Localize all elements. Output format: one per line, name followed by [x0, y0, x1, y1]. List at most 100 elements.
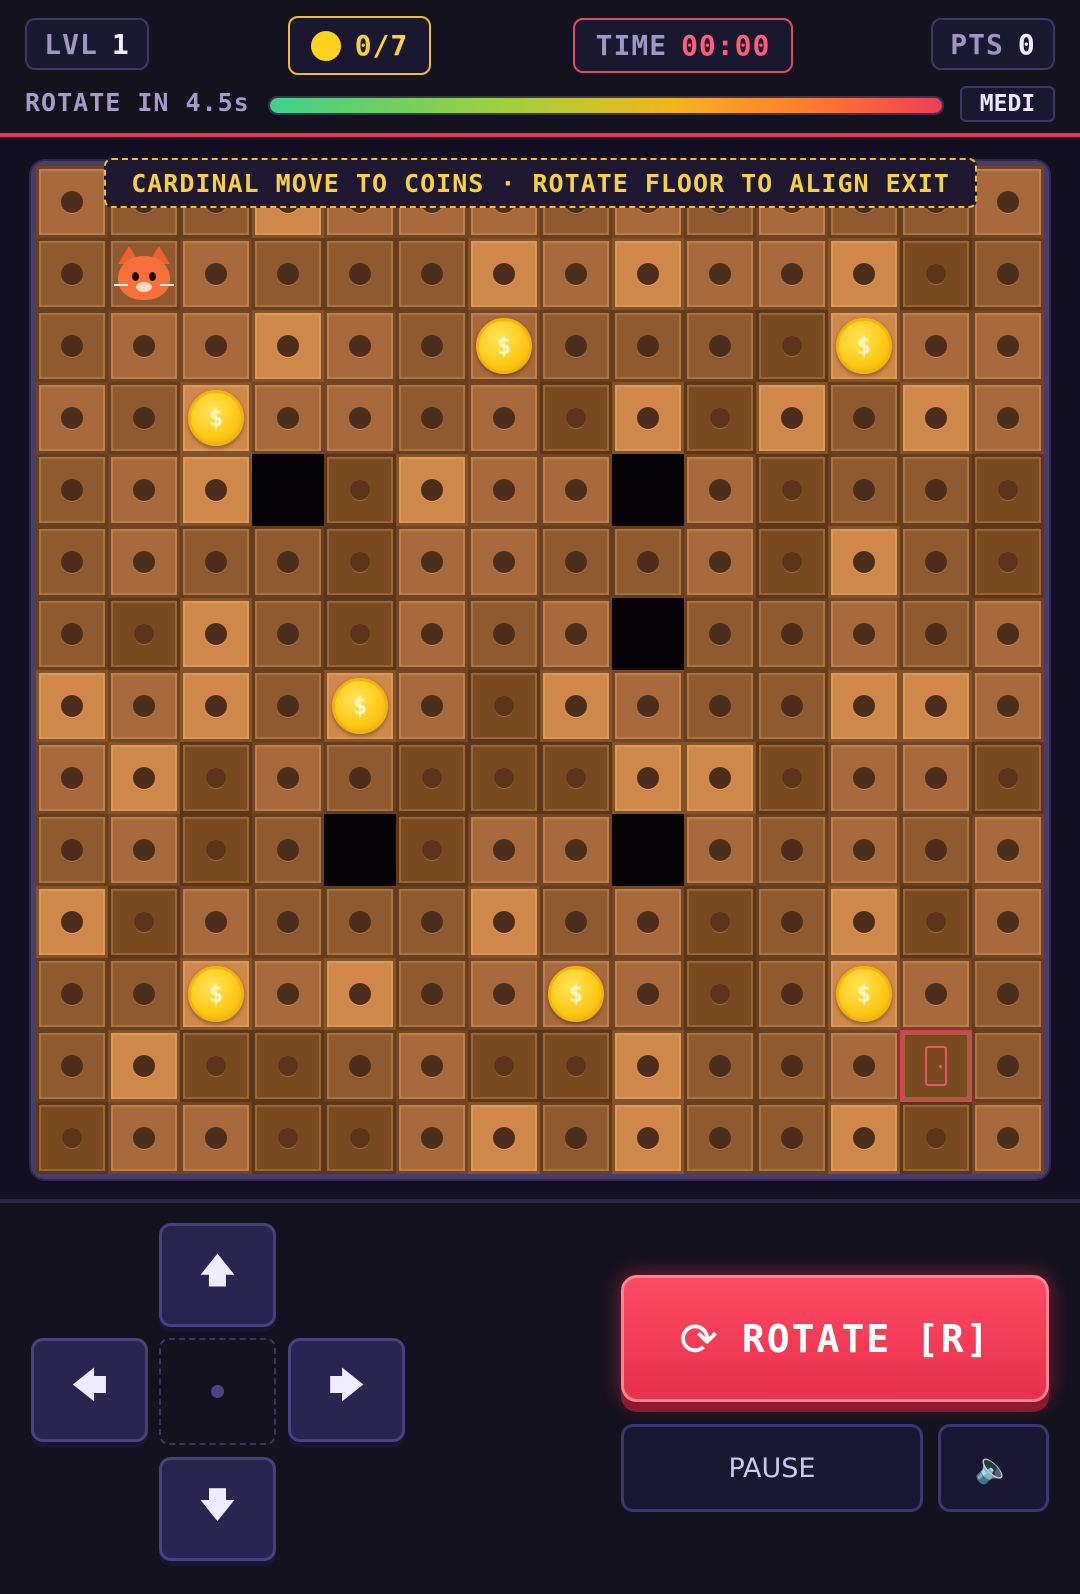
tile-stud	[61, 551, 83, 573]
floor-tile	[468, 454, 540, 526]
tile-grid: $ $ $ $ $ $ $	[36, 166, 1044, 1174]
floor-tile	[540, 382, 612, 454]
tile-stud	[61, 839, 83, 861]
sound-toggle-button[interactable]: 🔈	[938, 1424, 1049, 1512]
tile-stud	[62, 1128, 82, 1148]
floor-tile	[972, 238, 1044, 310]
floor-tile	[324, 454, 396, 526]
tile-stud	[853, 767, 875, 789]
coin-tile: $	[180, 958, 252, 1030]
floor-tile	[684, 958, 756, 1030]
coin-count: 0/7	[354, 29, 409, 62]
floor-tile	[36, 742, 108, 814]
tile-stud	[637, 911, 659, 933]
tile-stud	[925, 695, 947, 717]
floor-tile	[324, 1030, 396, 1102]
floor-tile	[756, 238, 828, 310]
tile-stud	[205, 263, 227, 285]
tile-stud	[133, 695, 155, 717]
floor-tile	[828, 886, 900, 958]
floor-tile	[540, 526, 612, 598]
tile-stud	[709, 551, 731, 573]
tile-stud	[997, 623, 1019, 645]
tile-stud	[421, 911, 443, 933]
floor-tile	[36, 1102, 108, 1174]
floor-tile	[396, 526, 468, 598]
floor-tile	[684, 454, 756, 526]
tile-stud	[421, 407, 443, 429]
player-tile	[108, 238, 180, 310]
floor-tile	[108, 1030, 180, 1102]
floor-tile	[900, 382, 972, 454]
tile-stud	[997, 983, 1019, 1005]
tile-stud	[637, 1127, 659, 1149]
move-up-button[interactable]: 🡅	[159, 1223, 276, 1327]
floor-tile	[180, 598, 252, 670]
tile-stud	[853, 1055, 875, 1077]
move-right-button[interactable]: 🡆	[288, 1338, 405, 1442]
floor-tile	[468, 814, 540, 886]
floor-tile	[540, 1030, 612, 1102]
floor-tile	[324, 238, 396, 310]
pause-button[interactable]: PAUSE	[621, 1424, 923, 1512]
tile-stud	[133, 839, 155, 861]
floor-tile	[180, 1030, 252, 1102]
tile-stud	[781, 623, 803, 645]
rotate-button[interactable]: ⟳ ROTATE [R]	[621, 1275, 1049, 1402]
floor-tile	[756, 526, 828, 598]
tile-stud	[61, 407, 83, 429]
tile-stud	[494, 696, 514, 716]
floor-tile	[252, 814, 324, 886]
move-down-button[interactable]: 🡇	[159, 1457, 276, 1561]
floor-tile	[612, 526, 684, 598]
tile-stud	[637, 551, 659, 573]
tile-stud	[205, 911, 227, 933]
tile-stud	[926, 264, 946, 284]
tile-stud	[61, 623, 83, 645]
floor-tile	[36, 454, 108, 526]
floor-tile	[252, 310, 324, 382]
floor-tile	[612, 886, 684, 958]
hud-divider	[0, 133, 1080, 137]
tile-stud	[998, 480, 1018, 500]
tile-stud	[853, 551, 875, 573]
floor-tile	[972, 670, 1044, 742]
tile-stud	[422, 768, 442, 788]
dpad-center	[159, 1338, 276, 1445]
tile-stud	[781, 983, 803, 1005]
floor-tile	[36, 310, 108, 382]
tile-stud	[782, 768, 802, 788]
floor-tile	[684, 238, 756, 310]
floor-tile	[468, 598, 540, 670]
floor-tile	[396, 742, 468, 814]
tile-stud	[349, 263, 371, 285]
floor-tile	[972, 166, 1044, 238]
speaker-icon: 🔈	[974, 1450, 1013, 1486]
instruction-banner: CARDINAL MOVE TO COINS · ROTATE FLOOR TO…	[104, 158, 977, 208]
floor-tile	[612, 742, 684, 814]
tile-stud	[350, 624, 370, 644]
floor-tile	[540, 238, 612, 310]
floor-tile	[180, 454, 252, 526]
floor-tile	[756, 1030, 828, 1102]
floor-tile	[324, 382, 396, 454]
points-label: PTS	[950, 27, 1004, 61]
tile-stud	[61, 983, 83, 1005]
floor-tile	[468, 958, 540, 1030]
rotate-button-label: ROTATE [R]	[741, 1316, 991, 1361]
floor-tile	[324, 1102, 396, 1174]
coin-counter: 0/7	[288, 16, 431, 75]
hud: LVL 1 0/7 TIME 00:00 PTS 0 ROTATE IN 4.5…	[0, 0, 1080, 135]
floor-tile	[684, 526, 756, 598]
pit-tile	[324, 814, 396, 886]
tile-stud	[277, 623, 299, 645]
tile-stud	[494, 768, 514, 788]
tile-stud	[566, 408, 586, 428]
tile-stud	[421, 1055, 443, 1077]
difficulty-badge[interactable]: MEDI	[960, 86, 1055, 122]
tile-stud	[493, 983, 515, 1005]
move-left-button[interactable]: 🡄	[31, 1338, 148, 1442]
tile-stud	[925, 623, 947, 645]
tile-stud	[709, 623, 731, 645]
floor-tile	[756, 598, 828, 670]
